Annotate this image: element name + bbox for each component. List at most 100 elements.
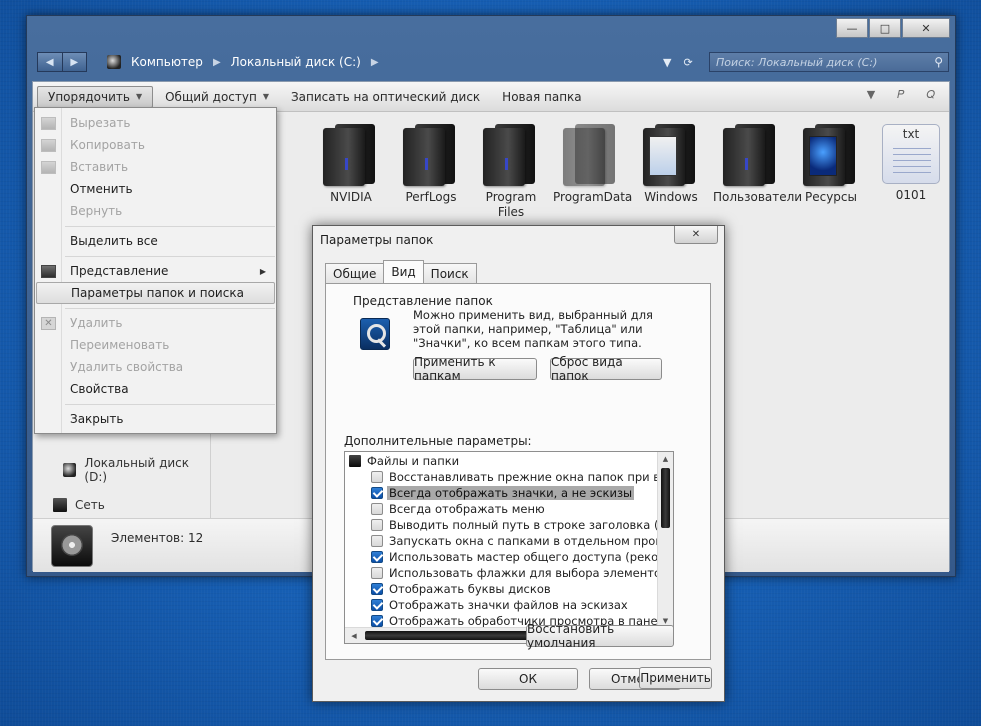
breadcrumb[interactable]: Компьютер ▶ Локальный диск (C:) ▶: [107, 52, 389, 72]
menu-item-paste[interactable]: Вставить: [36, 156, 275, 178]
file-item-users[interactable]: Пользователи: [713, 124, 802, 205]
refresh-icon[interactable]: ⟳: [683, 56, 692, 69]
menu-item-label: Закрыть: [70, 412, 124, 426]
option-row[interactable]: Запускать окна с папками в отдельном про…: [345, 533, 657, 549]
maximize-button[interactable]: □: [869, 18, 901, 38]
menu-item-redo[interactable]: Вернуть: [36, 200, 275, 222]
folder-icon: [349, 455, 361, 467]
menu-item-undo[interactable]: Отменить: [36, 178, 275, 200]
advanced-settings-list[interactable]: Файлы и папки Восстанавливать прежние ок…: [344, 451, 674, 644]
tab-view[interactable]: Вид: [383, 260, 424, 283]
menu-item-close[interactable]: Закрыть: [36, 408, 275, 430]
back-arrow-icon[interactable]: ◀: [38, 53, 63, 71]
option-row[interactable]: Выводить полный путь в строке заголовка …: [345, 517, 657, 533]
nav-item-network[interactable]: Сеть: [53, 498, 105, 512]
text-file-label: txt: [902, 127, 920, 141]
chevron-right-icon[interactable]: ▶: [371, 57, 379, 68]
option-row[interactable]: Всегда отображать меню: [345, 501, 657, 517]
option-checkbox[interactable]: [371, 535, 383, 547]
option-checkbox[interactable]: [371, 583, 383, 595]
option-checkbox[interactable]: [371, 519, 383, 531]
menu-item-layout[interactable]: Представление ▶: [36, 260, 275, 282]
option-checkbox[interactable]: [371, 487, 383, 499]
forward-arrow-icon[interactable]: ▶: [63, 53, 87, 71]
file-list: NVIDIA PerfLogs Program Files ProgramDat…: [303, 124, 943, 224]
tab-general[interactable]: Общие: [325, 263, 385, 283]
copy-icon: [41, 138, 56, 152]
minimize-button[interactable]: —: [836, 18, 868, 38]
share-button[interactable]: Общий доступ ▼: [155, 86, 279, 108]
option-row[interactable]: Всегда отображать значки, а не эскизы: [345, 485, 657, 501]
option-row[interactable]: Отображать значки файлов на эскизах: [345, 597, 657, 613]
folder-icon: [721, 124, 781, 186]
view-controls: ▼ 𝑃 𝑄: [845, 88, 935, 102]
menu-item-label: Копировать: [70, 138, 145, 152]
preview-pane-icon[interactable]: 𝑃: [897, 88, 904, 102]
help-icon[interactable]: 𝑄: [926, 88, 935, 102]
scroll-thumb[interactable]: [661, 468, 670, 528]
menu-item-properties[interactable]: Свойства: [36, 378, 275, 400]
organize-menu: Вырезать Копировать Вставить Отменить Ве…: [34, 107, 277, 434]
tab-search[interactable]: Поиск: [422, 263, 477, 283]
option-checkbox[interactable]: [371, 503, 383, 515]
menu-item-copy[interactable]: Копировать: [36, 134, 275, 156]
burn-button[interactable]: Записать на оптический диск: [281, 86, 490, 108]
option-row[interactable]: Отображать буквы дисков: [345, 581, 657, 597]
file-name: 0101: [895, 188, 927, 202]
scroll-left-icon[interactable]: ◀: [347, 628, 361, 643]
menu-item-label: Свойства: [70, 382, 129, 396]
close-icon[interactable]: ✕: [674, 226, 718, 244]
history-dropdown-icon[interactable]: ▼: [663, 56, 671, 69]
file-item-resources[interactable]: Ресурсы: [793, 124, 869, 205]
apply-button[interactable]: Применить: [639, 667, 712, 689]
file-item-programdata[interactable]: ProgramData: [553, 124, 632, 205]
option-checkbox[interactable]: [371, 551, 383, 563]
folder-icon: [801, 124, 861, 186]
menu-item-rename[interactable]: Переименовать: [36, 334, 275, 356]
reset-folders-button[interactable]: Сброс вида папок: [550, 355, 662, 383]
nav-item-drive-d[interactable]: Локальный диск (D:): [63, 456, 210, 484]
menu-item-delete[interactable]: ✕ Удалить: [36, 312, 275, 334]
search-icon[interactable]: ⚲: [934, 55, 943, 69]
ok-button[interactable]: ОК: [478, 668, 578, 690]
share-label: Общий доступ: [165, 89, 257, 104]
file-item-perflogs[interactable]: PerfLogs: [393, 124, 469, 205]
breadcrumb-computer[interactable]: Компьютер: [131, 55, 203, 69]
option-checkbox[interactable]: [371, 471, 383, 483]
option-checkbox[interactable]: [371, 567, 383, 579]
option-row[interactable]: Восстанавливать прежние окна папок при в…: [345, 469, 657, 485]
menu-item-label: Вставить: [70, 160, 129, 174]
option-label: Всегда отображать значки, а не эскизы: [387, 486, 635, 500]
vertical-scrollbar[interactable]: ▲ ▼: [657, 452, 673, 628]
menu-item-label: Выделить все: [70, 234, 158, 248]
option-checkbox[interactable]: [371, 615, 383, 627]
chevron-right-icon[interactable]: ▶: [213, 57, 221, 68]
tree-group: Файлы и папки: [345, 453, 657, 469]
submenu-arrow-icon: ▶: [259, 266, 266, 276]
menu-item-cut[interactable]: Вырезать: [36, 112, 275, 134]
menu-item-remove-properties[interactable]: Удалить свойства: [36, 356, 275, 378]
new-folder-button[interactable]: Новая папка: [492, 86, 591, 108]
scissors-icon: [41, 116, 56, 130]
restore-defaults-button[interactable]: Восстановить умолчания: [526, 622, 674, 650]
file-item-nvidia[interactable]: NVIDIA: [313, 124, 389, 205]
menu-item-select-all[interactable]: Выделить все: [36, 230, 275, 252]
drive-icon: [63, 463, 77, 477]
close-button[interactable]: ✕: [902, 18, 950, 38]
scroll-up-icon[interactable]: ▲: [658, 452, 673, 466]
search-input[interactable]: Поиск: Локальный диск (C:) ⚲: [709, 52, 949, 72]
option-row[interactable]: Использовать мастер общего доступа (реко…: [345, 549, 657, 565]
file-item-program-files[interactable]: Program Files: [473, 124, 549, 220]
menu-item-folder-options[interactable]: Параметры папок и поиска: [36, 282, 275, 304]
organize-button[interactable]: Упорядочить ▼: [37, 85, 154, 108]
option-label: Всегда отображать меню: [389, 502, 545, 516]
breadcrumb-drive-c[interactable]: Локальный диск (C:): [231, 55, 361, 69]
option-checkbox[interactable]: [371, 599, 383, 611]
apply-to-folders-button[interactable]: Применить к папкам: [413, 355, 537, 383]
file-item-0101[interactable]: txt 0101: [873, 124, 949, 203]
scroll-thumb[interactable]: [365, 631, 545, 640]
folder-icon: [321, 124, 381, 186]
option-row[interactable]: Использовать флажки для выбора элементов: [345, 565, 657, 581]
view-options-icon[interactable]: ▼: [867, 88, 875, 102]
file-item-windows[interactable]: Windows: [633, 124, 709, 205]
